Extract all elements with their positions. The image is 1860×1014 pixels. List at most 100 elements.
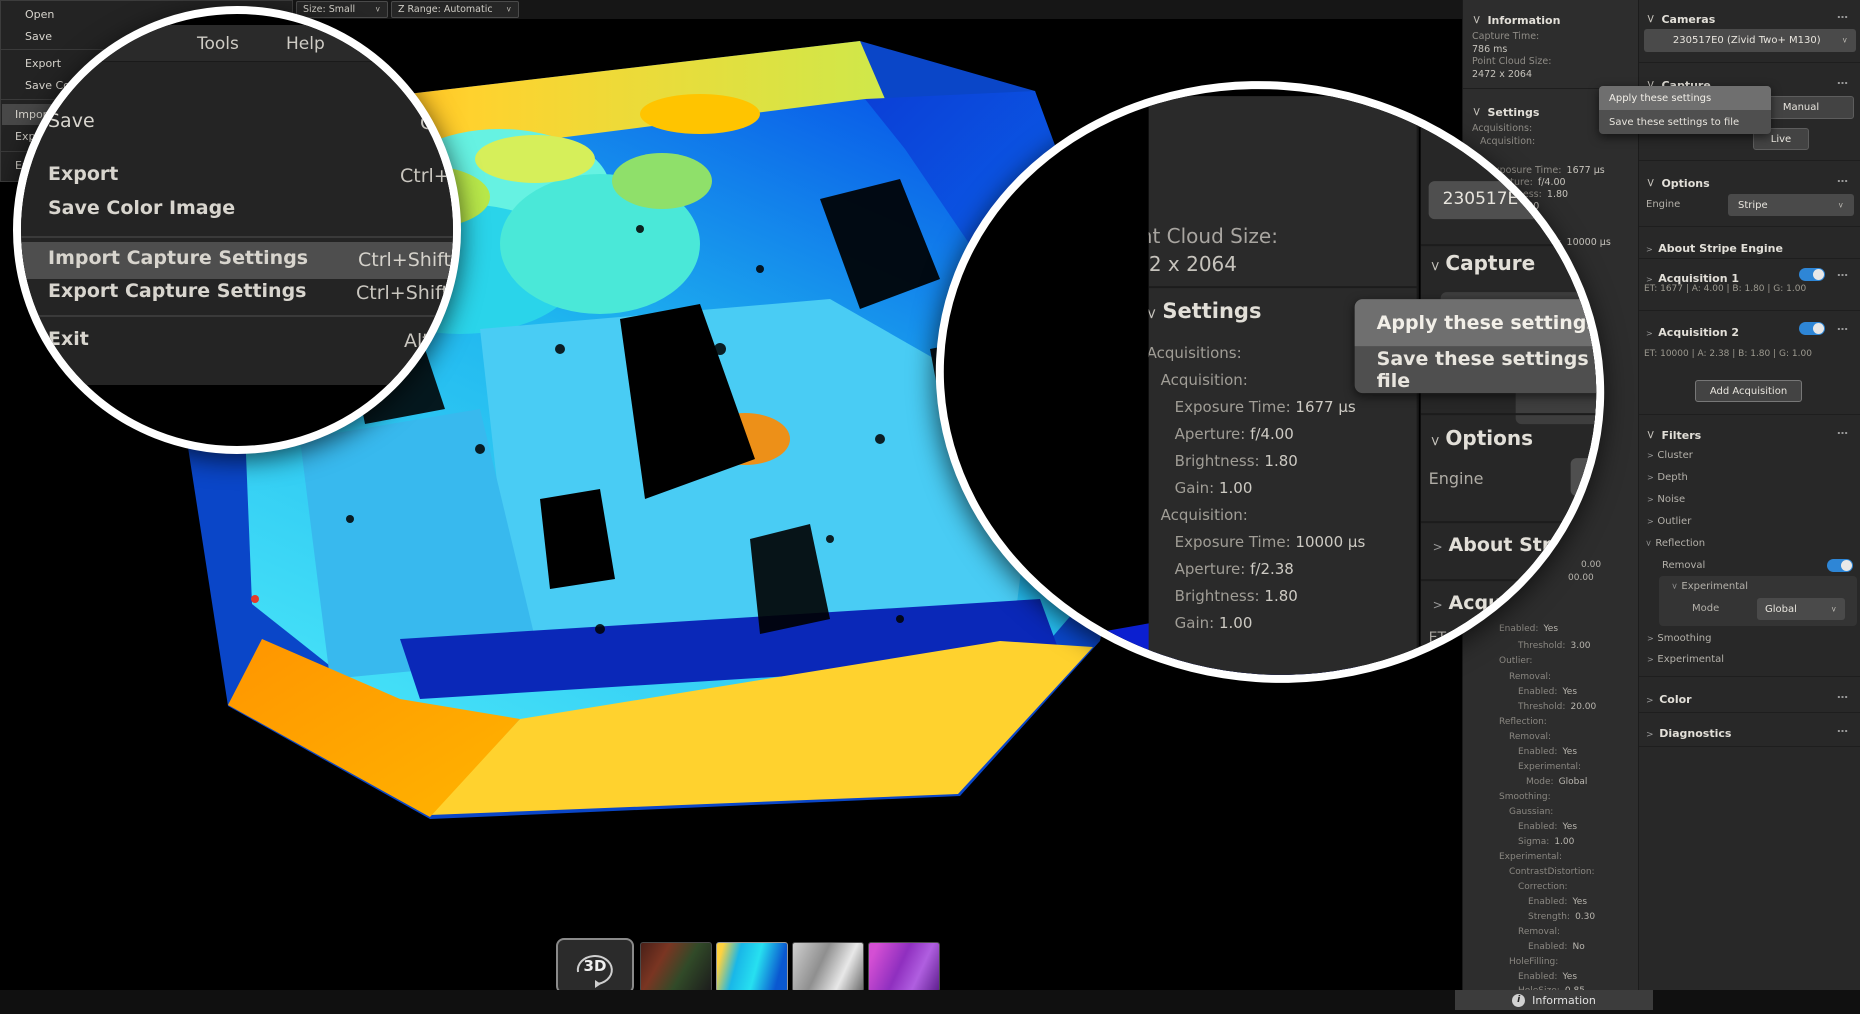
chevron-down-icon: > <box>1470 15 1484 25</box>
acquisition1-toggle[interactable] <box>1799 268 1825 281</box>
chevron-down-icon: > <box>1840 37 1849 43</box>
capture-time-value: 786 ms <box>1472 44 1507 55</box>
engine-label-magnified: Engine <box>1429 469 1484 488</box>
apply-these-settings-label: Apply these settings <box>1609 93 1711 104</box>
chevron-right-icon: > <box>1646 275 1653 284</box>
filter-experimental[interactable]: > Experimental <box>1647 654 1724 665</box>
chevron-right-icon: > <box>1646 730 1654 740</box>
settings-title: Settings <box>1487 106 1539 119</box>
options-section-header[interactable]: > Options <box>1646 172 1710 191</box>
thumbnail-snr-map[interactable] <box>868 942 940 992</box>
filter-cluster[interactable]: > Cluster <box>1647 450 1693 461</box>
mode-dropdown[interactable]: Global > <box>1757 598 1845 620</box>
aperture-line-magnified: Aperture: f/4.00 <box>1175 425 1294 443</box>
point-cloud-size-value: 2472 x 2064 <box>1472 69 1532 80</box>
acquisition2-toggle[interactable] <box>1799 322 1825 335</box>
chevron-right-icon: > <box>1646 696 1654 706</box>
red-marker-dot <box>251 595 259 603</box>
save-settings-to-file-item[interactable]: Save these settings to file <box>1599 110 1771 134</box>
acquisition2-header[interactable]: > Acquisition 2 <box>1646 321 1739 340</box>
diagnostics-section-header[interactable]: > Diagnostics <box>1646 722 1731 741</box>
thumbnail-depth-map[interactable] <box>716 942 788 992</box>
live-button-label: Live <box>1771 134 1791 145</box>
filter-outlier[interactable]: > Outlier <box>1647 516 1691 527</box>
menubar-help-magnified: Help <box>286 34 325 54</box>
menu-item-save-magnified: Save <box>48 110 95 132</box>
chevron-down-icon: > <box>1644 430 1658 440</box>
chevron-right-icon: > <box>1646 245 1653 254</box>
settings-magnifier-callout: Point Cloud Size: 2472 x 2064 > Settings… <box>892 33 1648 730</box>
chevron-down-icon: > <box>373 6 382 12</box>
menu-item-export-capture-settings-magnified: Export Capture Settings <box>48 280 307 302</box>
filter-noise[interactable]: > Noise <box>1647 494 1685 505</box>
color-menu-icon[interactable]: … <box>1837 688 1850 701</box>
settings-section-header[interactable]: > Settings <box>1472 101 1539 120</box>
sidebar-capture-column: > Cameras … 230517E0 (Zivid Two+ M130) >… <box>1638 0 1860 990</box>
thumbnail-color-image[interactable] <box>640 942 712 992</box>
chevron-right-icon: > <box>1647 451 1654 460</box>
acquisition1-summary: ET: 1677 | A: 4.00 | B: 1.80 | G: 1.00 <box>1644 284 1806 294</box>
thumbnail-normals[interactable] <box>792 942 864 992</box>
information-status-label: Information <box>1532 994 1596 1007</box>
information-title: Information <box>1487 14 1560 27</box>
menu-shortcut-export-cs-magnified: Ctrl+Shift+E <box>356 282 461 304</box>
chevron-right-icon: > <box>1647 495 1654 504</box>
gain-line-2-magnified: Gain: 1.00 <box>1175 614 1253 632</box>
exposure-line-2-magnified: Exposure Time: 10000 µs <box>1175 533 1366 551</box>
diagnostics-title: Diagnostics <box>1659 727 1731 740</box>
acquisition1-magnified: > Acquisition 1 <box>1433 592 1588 614</box>
capture-header-magnified: > Capture <box>1429 251 1536 275</box>
apply-these-settings-item-magnified: Apply these settings <box>1355 299 1648 346</box>
chevron-down-icon: > <box>1829 606 1838 612</box>
filters-section-header[interactable]: > Filters <box>1646 424 1701 443</box>
cameras-menu-icon[interactable]: … <box>1837 8 1850 21</box>
capture-menu-icon[interactable]: … <box>1837 74 1850 87</box>
color-section-header[interactable]: > Color <box>1646 688 1692 707</box>
filter-smoothing[interactable]: > Smoothing <box>1647 633 1711 644</box>
about-stripe-engine-row[interactable]: > About Stripe Engine <box>1646 237 1783 256</box>
menu-shortcut-import-magnified: Ctrl+Shift+I <box>358 249 461 271</box>
acquisition2-menu-icon[interactable]: … <box>1837 320 1850 333</box>
camera-dropdown-magnified: 230517E0 (Zivid Two+ M130) <box>1429 181 1644 219</box>
apply-settings-popup: Apply these settings Save these settings… <box>1599 86 1771 134</box>
chevron-down-icon: > <box>1644 14 1658 24</box>
brightness-line-2-magnified: Brightness: 1.80 <box>1175 587 1298 605</box>
mode-dropdown-value: Global <box>1765 604 1831 615</box>
acquisition1-menu-icon[interactable]: … <box>1837 266 1850 279</box>
filters-menu-icon[interactable]: … <box>1837 424 1850 437</box>
apply-these-settings-item[interactable]: Apply these settings <box>1599 86 1771 110</box>
capture-time-label: Capture Time: <box>1472 31 1539 42</box>
engine-dropdown[interactable]: Stripe > <box>1728 194 1854 216</box>
add-acquisition-label: Add Acquisition <box>1710 386 1787 397</box>
filter-depth[interactable]: > Depth <box>1647 472 1688 483</box>
options-header-magnified: > Options <box>1429 426 1533 450</box>
point-cloud-size-label-magnified: Point Cloud Size: <box>1149 224 1278 248</box>
app-window: { "menubar": { "tools": "Tools", "help":… <box>0 0 1860 1014</box>
chevron-right-icon: > <box>1647 655 1654 664</box>
options-menu-icon[interactable]: … <box>1837 172 1850 185</box>
removal-label: Removal <box>1662 560 1705 571</box>
information-status-segment[interactable]: i Information <box>1455 990 1653 1010</box>
removal-toggle[interactable] <box>1827 559 1853 572</box>
menu-shortcut-export-magnified: Ctrl+E <box>400 165 461 187</box>
filter-reflection[interactable]: > Reflection <box>1645 538 1705 549</box>
chevron-down-icon: > <box>1644 178 1658 188</box>
camera-select-dropdown[interactable]: 230517E0 (Zivid Two+ M130) > <box>1644 29 1856 52</box>
color-title: Color <box>1659 693 1691 706</box>
engine-label: Engine <box>1646 199 1680 210</box>
diagnostics-menu-icon[interactable]: … <box>1837 722 1850 735</box>
gain-line-magnified: Gain: 1.00 <box>1175 479 1253 497</box>
chevron-right-icon: > <box>1647 517 1654 526</box>
manual-button-label: Manual <box>1783 102 1819 113</box>
experimental-header[interactable]: > Experimental <box>1671 581 1748 592</box>
point-cloud-size-label: Point Cloud Size: <box>1472 56 1551 67</box>
status-bar: i Information <box>0 990 1860 1014</box>
information-section-header[interactable]: > Information <box>1472 9 1560 28</box>
filters-title: Filters <box>1661 429 1701 442</box>
cameras-section-header[interactable]: > Cameras <box>1646 8 1715 27</box>
chevron-right-icon: > <box>1646 329 1653 338</box>
menu-shortcut-exit-magnified: Alt+F4 <box>404 330 461 352</box>
view-3d-button[interactable]: 3D <box>556 938 634 994</box>
add-acquisition-button[interactable]: Add Acquisition <box>1695 380 1802 402</box>
exposure-line-magnified: Exposure Time: 1677 µs <box>1175 398 1356 416</box>
